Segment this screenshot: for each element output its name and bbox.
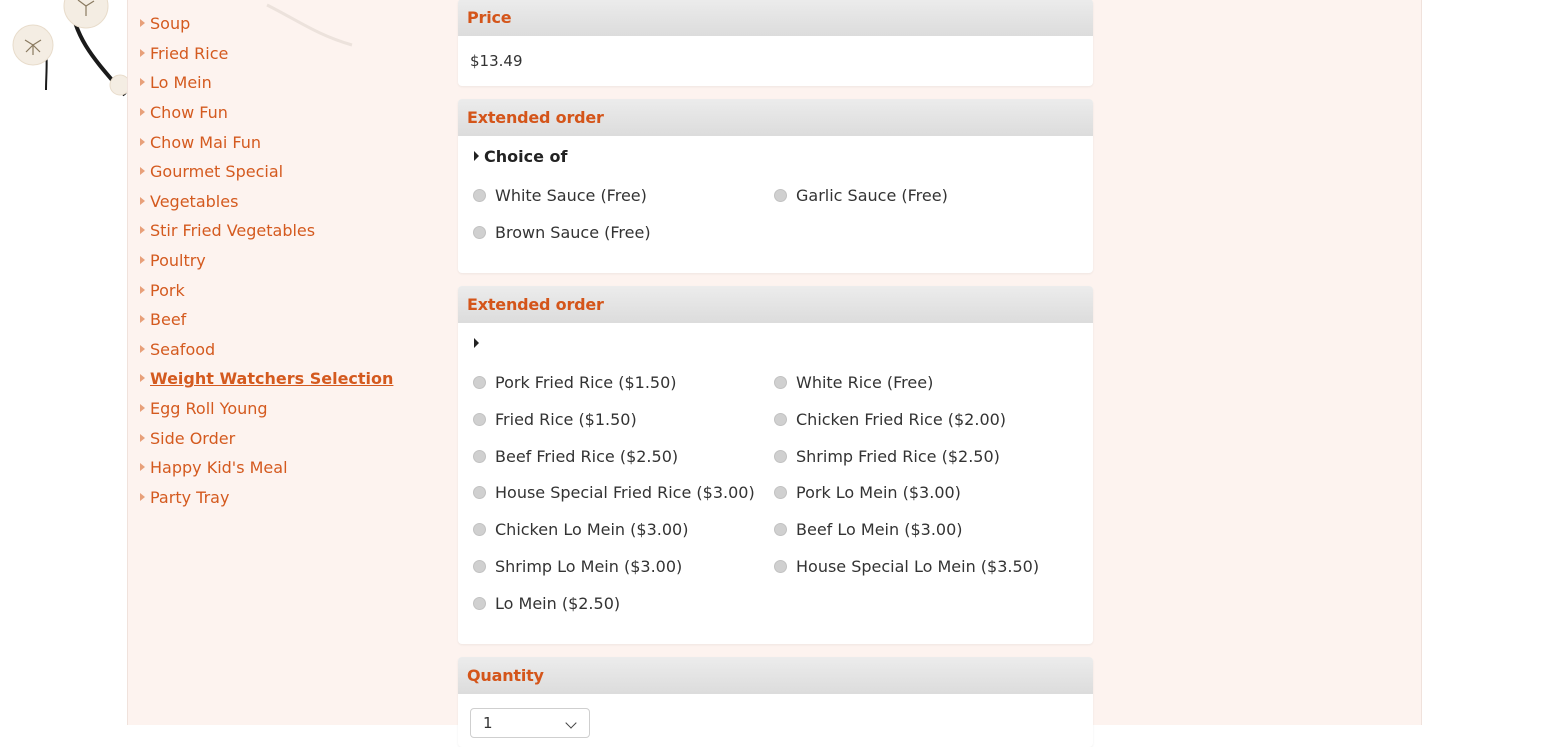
bullet-triangle-icon [140, 48, 145, 57]
option-lo-mein[interactable]: Lo Mein ($2.50) [473, 584, 620, 622]
option-fried-rice[interactable]: Fried Rice ($1.50) [473, 400, 637, 438]
caret-right-icon [474, 338, 479, 348]
option-white-rice[interactable]: White Rice (Free) [774, 363, 933, 401]
radio-button[interactable] [473, 449, 486, 463]
choice-toggle[interactable] [458, 323, 1093, 363]
radio-button[interactable] [774, 188, 787, 202]
option-shrimp-fried-rice[interactable]: Shrimp Fried Rice ($2.50) [774, 437, 1000, 475]
radio-button[interactable] [473, 412, 486, 426]
sidebar-item-gourmet-special[interactable]: Gourmet Special [140, 157, 393, 187]
sidebar-item-chow-fun[interactable]: Chow Fun [140, 98, 393, 128]
choice-label: Choice of [484, 146, 568, 166]
sidebar-item-chow-mai-fun[interactable]: Chow Mai Fun [140, 127, 393, 157]
choice-toggle[interactable]: Choice of [458, 136, 1093, 176]
bullet-triangle-icon [140, 463, 145, 472]
radio-button[interactable] [473, 485, 486, 499]
sidebar-item-soup[interactable]: Soup [140, 9, 393, 39]
option-beef-fried-rice[interactable]: Beef Fried Rice ($2.50) [473, 437, 678, 475]
sidebar-item-seafood[interactable]: Seafood [140, 335, 393, 365]
chevron-down-icon [565, 717, 577, 729]
bullet-triangle-icon [140, 315, 145, 324]
option-pork-fried-rice[interactable]: Pork Fried Rice ($1.50) [473, 363, 677, 401]
sauce-options-panel: Extended order Choice of White Sauce (Fr… [458, 99, 1093, 273]
option-beef-lo-mein[interactable]: Beef Lo Mein ($3.00) [774, 510, 963, 548]
sidebar-item-side-order[interactable]: Side Order [140, 423, 393, 453]
sidebar-item-weight-watchers-selection[interactable]: Weight Watchers Selection [140, 364, 393, 394]
price-panel: Price $13.49 [458, 0, 1093, 86]
radio-button[interactable] [473, 375, 486, 389]
radio-button[interactable] [774, 375, 787, 389]
sidebar-item-pork[interactable]: Pork [140, 275, 393, 305]
radio-button[interactable] [473, 596, 486, 610]
bullet-triangle-icon [140, 108, 145, 117]
option-pork-lo-mein[interactable]: Pork Lo Mein ($3.00) [774, 473, 961, 511]
sidebar-item-egg-roll-young[interactable]: Egg Roll Young [140, 394, 393, 424]
bullet-triangle-icon [140, 196, 145, 205]
cherry-blossom-decoration [12, 0, 131, 97]
radio-button[interactable] [473, 559, 486, 573]
bullet-triangle-icon [140, 256, 145, 265]
sidebar-item-beef[interactable]: Beef [140, 305, 393, 335]
sidebar-item-stir-fried-vegetables[interactable]: Stir Fried Vegetables [140, 216, 393, 246]
radio-button[interactable] [774, 522, 787, 536]
option-brown-sauce[interactable]: Brown Sauce (Free) [473, 213, 651, 251]
sidebar-item-happy-kids-meal[interactable]: Happy Kid's Meal [140, 453, 393, 483]
bullet-triangle-icon [140, 78, 145, 87]
option-house-special-fried-rice[interactable]: House Special Fried Rice ($3.00) [473, 473, 755, 511]
sidebar-item-lo-mein[interactable]: Lo Mein [140, 68, 393, 98]
sidebar-item-fried-rice[interactable]: Fried Rice [140, 39, 393, 69]
category-list: Soup Fried Rice Lo Mein Chow Fun Chow Ma… [140, 9, 393, 512]
option-white-sauce[interactable]: White Sauce (Free) [473, 176, 647, 214]
sidebar-item-party-tray[interactable]: Party Tray [140, 483, 393, 513]
radio-button[interactable] [473, 225, 486, 239]
radio-button[interactable] [774, 412, 787, 426]
option-chicken-lo-mein[interactable]: Chicken Lo Mein ($3.00) [473, 510, 688, 548]
price-value: $13.49 [470, 52, 523, 70]
bullet-triangle-icon [140, 344, 145, 353]
sidebar-item-poultry[interactable]: Poultry [140, 246, 393, 276]
quantity-select[interactable]: 1 [470, 708, 590, 738]
radio-button[interactable] [473, 522, 486, 536]
radio-button[interactable] [774, 485, 787, 499]
option-garlic-sauce[interactable]: Garlic Sauce (Free) [774, 176, 948, 214]
bullet-triangle-icon [140, 285, 145, 294]
side-options-panel: Extended order Pork Fried Rice ($1.50) W… [458, 286, 1093, 644]
bullet-triangle-icon [140, 374, 145, 383]
radio-button[interactable] [774, 449, 787, 463]
bullet-triangle-icon [140, 492, 145, 501]
radio-button[interactable] [473, 188, 486, 202]
option-shrimp-lo-mein[interactable]: Shrimp Lo Mein ($3.00) [473, 547, 682, 585]
caret-right-icon [474, 151, 479, 161]
price-heading: Price [458, 0, 1093, 36]
option-chicken-fried-rice[interactable]: Chicken Fried Rice ($2.00) [774, 400, 1006, 438]
option-house-special-lo-mein[interactable]: House Special Lo Mein ($3.50) [774, 547, 1039, 585]
bullet-triangle-icon [140, 137, 145, 146]
sauce-panel-heading: Extended order [458, 99, 1093, 136]
side-panel-heading: Extended order [458, 286, 1093, 323]
quantity-value: 1 [483, 714, 493, 732]
bullet-triangle-icon [140, 404, 145, 413]
bullet-triangle-icon [140, 433, 145, 442]
quantity-heading: Quantity [458, 657, 1093, 694]
bullet-triangle-icon [140, 226, 145, 235]
radio-button[interactable] [774, 559, 787, 573]
quantity-panel: Quantity 1 [458, 657, 1093, 747]
bullet-triangle-icon [140, 19, 145, 28]
sidebar-item-vegetables[interactable]: Vegetables [140, 187, 393, 217]
bullet-triangle-icon [140, 167, 145, 176]
